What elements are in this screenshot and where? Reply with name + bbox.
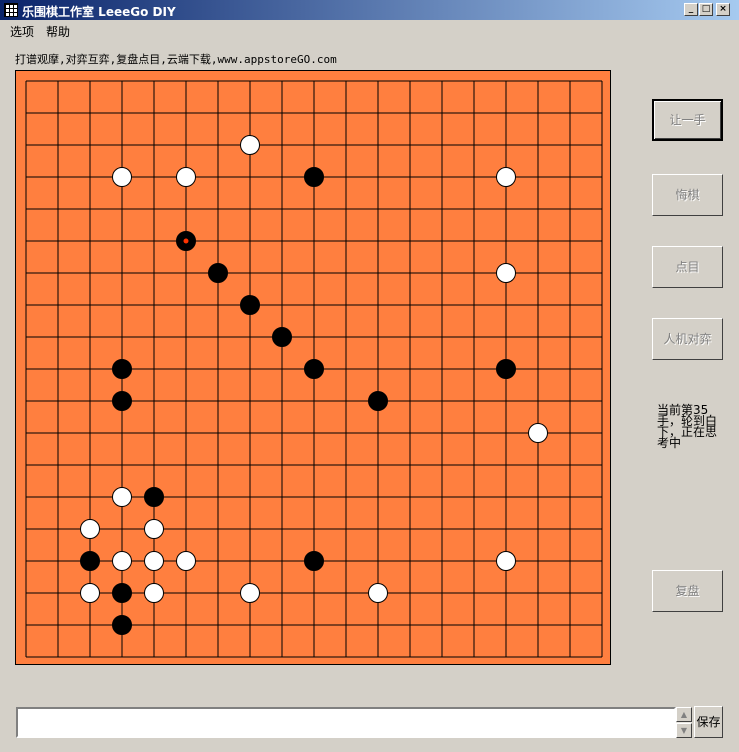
black-stone — [304, 359, 324, 379]
undo-button[interactable]: 悔棋 — [652, 174, 723, 216]
white-stone — [496, 167, 516, 187]
black-stone — [496, 359, 516, 379]
black-stone — [112, 391, 132, 411]
white-stone — [144, 583, 164, 603]
scroll-up-icon[interactable]: ▲ — [676, 707, 692, 722]
white-stone — [176, 167, 196, 187]
board-canvas[interactable] — [16, 71, 612, 666]
white-stone — [144, 551, 164, 571]
title-bar: 乐围棋工作室 LeeeGo DIY _ □ × — [0, 0, 739, 20]
go-board[interactable] — [15, 70, 611, 665]
white-stone — [112, 167, 132, 187]
white-stone — [528, 423, 548, 443]
black-stone — [112, 583, 132, 603]
white-stone — [176, 551, 196, 571]
black-stone — [272, 327, 292, 347]
handicap-button[interactable]: 让一手 — [652, 99, 723, 141]
comment-input[interactable] — [16, 707, 676, 738]
white-stone — [80, 519, 100, 539]
black-stone — [112, 615, 132, 635]
menu-help[interactable]: 帮助 — [46, 23, 70, 40]
white-stone — [144, 519, 164, 539]
info-text: 打谱观摩,对弈互弈,复盘点目,云端下载,www.appstoreGO.com — [15, 53, 337, 66]
comment-scrollbar[interactable]: ▲ ▼ — [676, 707, 692, 738]
review-button[interactable]: 复盘 — [652, 570, 723, 612]
white-stone — [496, 551, 516, 571]
save-button[interactable]: 保存 — [694, 706, 723, 738]
white-stone — [496, 263, 516, 283]
white-stone — [368, 583, 388, 603]
black-stone — [304, 167, 324, 187]
vs-computer-button[interactable]: 人机对弈 — [652, 318, 723, 360]
status-text: 当前第35手，轮到白下，正在思考中 — [657, 403, 718, 450]
black-stone — [208, 263, 228, 283]
white-stone — [240, 135, 260, 155]
menu-bar: 选项 帮助 — [0, 20, 739, 40]
white-stone — [112, 551, 132, 571]
white-stone — [112, 487, 132, 507]
go-board-icon — [4, 3, 18, 17]
black-stone — [240, 295, 260, 315]
last-move-marker — [183, 238, 189, 244]
window-title: 乐围棋工作室 LeeeGo DIY — [22, 5, 176, 19]
white-stone — [240, 583, 260, 603]
maximize-button[interactable]: □ — [699, 3, 713, 16]
black-stone — [144, 487, 164, 507]
black-stone — [368, 391, 388, 411]
count-button[interactable]: 点目 — [652, 246, 723, 288]
minimize-button[interactable]: _ — [684, 3, 698, 16]
scroll-down-icon[interactable]: ▼ — [676, 723, 692, 738]
white-stone — [80, 583, 100, 603]
black-stone — [304, 551, 324, 571]
black-stone — [80, 551, 100, 571]
black-stone — [112, 359, 132, 379]
close-button[interactable]: × — [716, 3, 730, 16]
menu-options[interactable]: 选项 — [10, 23, 34, 40]
